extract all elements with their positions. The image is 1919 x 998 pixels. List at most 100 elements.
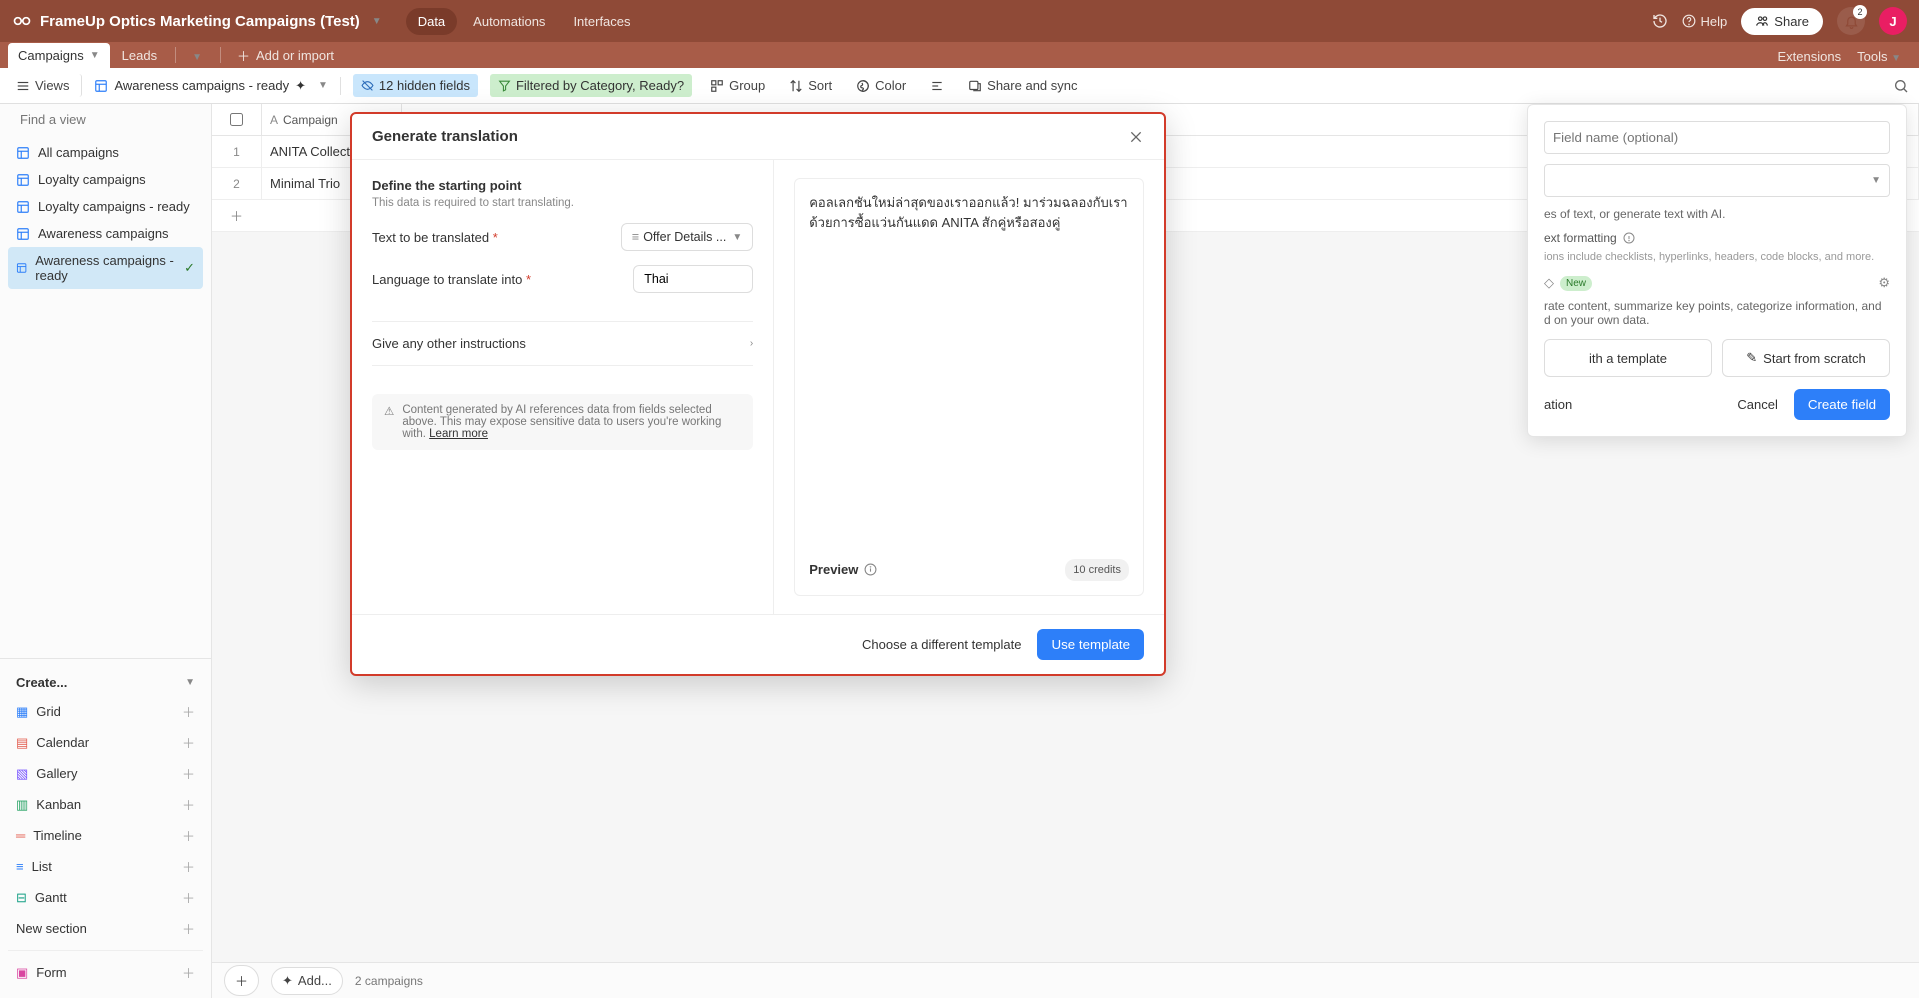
create-header[interactable]: Create...▼	[8, 669, 203, 696]
tab-data[interactable]: Data	[406, 8, 457, 35]
learn-more-link[interactable]: Learn more	[429, 428, 488, 440]
generate-translation-modal: Generate translation Define the starting…	[350, 112, 1166, 676]
pencil-icon: ✎	[1746, 350, 1757, 366]
modal-left-pane: Define the starting point This data is r…	[352, 160, 774, 614]
field-type-dropdown[interactable]: ▼	[1544, 164, 1890, 197]
close-icon[interactable]	[1128, 129, 1144, 145]
choose-different-template[interactable]: Choose a different template	[862, 637, 1021, 652]
text-field-select[interactable]: ≡Offer Details ... ▼	[621, 223, 753, 251]
search-icon[interactable]	[1893, 78, 1909, 94]
ai-add-button[interactable]: ✦Add...	[271, 967, 343, 995]
view-item[interactable]: All campaigns	[8, 139, 203, 166]
create-gallery[interactable]: ▧Gallery＋	[8, 758, 203, 789]
color-button[interactable]: Color	[850, 74, 912, 97]
from-scratch-button[interactable]: ✎Start from scratch	[1722, 339, 1890, 377]
row-height-button[interactable]	[924, 75, 950, 97]
tab-automations[interactable]: Automations	[461, 8, 557, 35]
create-timeline[interactable]: ═Timeline＋	[8, 820, 203, 851]
views-sidebar: All campaigns Loyalty campaigns Loyalty …	[0, 104, 212, 998]
back-link[interactable]: ation	[1544, 397, 1572, 412]
credits-badge: 10 credits	[1065, 559, 1129, 582]
view-item-active[interactable]: Awareness campaigns - ready✓	[8, 247, 203, 289]
add-import-button[interactable]: ＋ Add or import	[227, 41, 344, 70]
use-template-button[interactable]: Use template	[1037, 629, 1144, 660]
create-kanban[interactable]: ▥Kanban＋	[8, 789, 203, 820]
view-item[interactable]: Loyalty campaigns - ready	[8, 193, 203, 220]
create-grid[interactable]: ▦Grid＋	[8, 696, 203, 727]
chevron-down-icon[interactable]: ▼	[372, 16, 382, 27]
user-avatar[interactable]: J	[1879, 7, 1907, 35]
gear-icon[interactable]: ⚙	[1878, 275, 1890, 291]
find-view-input[interactable]	[20, 112, 196, 127]
create-field-button[interactable]: Create field	[1794, 389, 1890, 420]
create-field-panel: ▼ es of text, or generate text with AI. …	[1527, 104, 1907, 437]
divider	[175, 47, 176, 63]
history-icon[interactable]	[1652, 13, 1668, 29]
table-tab-campaigns[interactable]: Campaigns ▼	[8, 43, 110, 68]
chevron-right-icon: ›	[750, 338, 753, 349]
create-list[interactable]: ≡List＋	[8, 851, 203, 882]
ai-desc: rate content, summarize key points, cate…	[1544, 299, 1890, 327]
tab-interfaces[interactable]: Interfaces	[561, 8, 642, 35]
formatting-sub: ions include checklists, hyperlinks, hea…	[1544, 251, 1890, 263]
cancel-button[interactable]: Cancel	[1737, 397, 1777, 412]
sparkle-icon: ✦	[295, 78, 306, 94]
modal-title: Generate translation	[372, 128, 518, 145]
sort-button[interactable]: Sort	[783, 74, 838, 97]
create-calendar[interactable]: ▤Calendar＋	[8, 727, 203, 758]
modal-right-pane: คอลเลกชันใหม่ล่าสุดของเราออกแล้ว! มาร่วม…	[774, 160, 1164, 614]
warning-icon: ⚠	[384, 404, 394, 440]
ai-row: ◇ New ⚙	[1544, 275, 1890, 291]
share-sync-button[interactable]: Share and sync	[962, 74, 1083, 97]
create-section: Create...▼ ▦Grid＋ ▤Calendar＋ ▧Gallery＋ ▥…	[0, 658, 211, 998]
create-section-new[interactable]: New section＋	[8, 913, 203, 944]
record-count: 2 campaigns	[355, 974, 423, 988]
find-view[interactable]	[0, 104, 211, 135]
info-text: es of text, or generate text with AI.	[1544, 207, 1890, 221]
extensions-button[interactable]: Extensions	[1778, 49, 1842, 64]
chevron-down-icon[interactable]: ▼	[318, 80, 328, 91]
info-icon	[864, 563, 877, 576]
check-icon: ✓	[184, 260, 195, 276]
plus-icon: ＋	[182, 702, 195, 721]
modal-header: Generate translation	[352, 114, 1164, 160]
views-toggle[interactable]: Views	[10, 74, 82, 97]
preview-box: คอลเลกชันใหม่ล่าสุดของเราออกแล้ว! มาร่วม…	[794, 178, 1144, 596]
tools-button[interactable]: Tools ▼	[1857, 49, 1901, 64]
topbar-right: Help Share 2 J	[1652, 7, 1907, 35]
select-all-checkbox[interactable]	[212, 104, 262, 135]
divider	[220, 47, 221, 63]
text-field-row: Text to be translated * ≡Offer Details .…	[372, 223, 753, 251]
add-record-button[interactable]: ＋	[224, 965, 259, 996]
create-form[interactable]: ▣Form＋	[8, 957, 203, 988]
notif-count: 2	[1853, 5, 1867, 19]
field-name-input[interactable]	[1544, 121, 1890, 154]
base-name[interactable]: FrameUp Optics Marketing Campaigns (Test…	[40, 13, 360, 30]
app-logo-icon	[12, 11, 32, 31]
grid-footer: ＋ ✦Add... 2 campaigns	[212, 962, 1919, 998]
view-item[interactable]: Loyalty campaigns	[8, 166, 203, 193]
view-name-button[interactable]: Awareness campaigns - ready ✦	[94, 78, 306, 94]
view-item[interactable]: Awareness campaigns	[8, 220, 203, 247]
filter-pill[interactable]: Filtered by Category, Ready?	[490, 74, 692, 97]
notifications-button[interactable]: 2	[1837, 7, 1865, 35]
chevron-down-icon: ▼	[185, 677, 195, 688]
preview-text: คอลเลกชันใหม่ล่าสุดของเราออกแล้ว! มาร่วม…	[809, 193, 1129, 549]
language-input[interactable]	[633, 265, 753, 293]
chevron-down-icon[interactable]: ▼	[90, 50, 100, 61]
chevron-down-icon: ▼	[732, 232, 742, 243]
table-tab-leads[interactable]: Leads	[112, 43, 167, 68]
create-gantt[interactable]: ⊟Gantt＋	[8, 882, 203, 913]
topbar: FrameUp Optics Marketing Campaigns (Test…	[0, 0, 1919, 42]
instructions-row[interactable]: Give any other instructions ›	[372, 321, 753, 366]
top-tabs: Data Automations Interfaces	[406, 8, 643, 35]
table-tab-chevron[interactable]: ▼	[182, 47, 212, 68]
with-template-button[interactable]: ith a template	[1544, 339, 1712, 377]
formatting-toggle[interactable]: ext formatting	[1544, 231, 1890, 245]
group-button[interactable]: Group	[704, 74, 771, 97]
hidden-fields-pill[interactable]: 12 hidden fields	[353, 74, 478, 97]
new-badge: New	[1560, 276, 1592, 291]
help-button[interactable]: Help	[1682, 14, 1728, 29]
share-button[interactable]: Share	[1741, 8, 1823, 35]
view-list: All campaigns Loyalty campaigns Loyalty …	[0, 135, 211, 293]
